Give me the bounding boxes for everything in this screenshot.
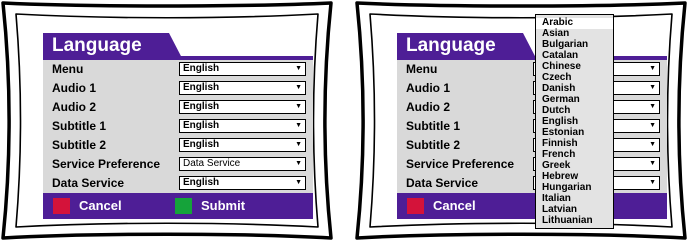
setting-row-data-service: Data Service English ▼ bbox=[43, 174, 313, 193]
row-label: Data Service bbox=[406, 176, 479, 190]
setting-row-menu: Menu ▼ bbox=[397, 60, 667, 79]
row-label: Subtitle 2 bbox=[52, 138, 107, 152]
select-value: English bbox=[183, 101, 220, 112]
row-label: Menu bbox=[52, 62, 84, 76]
row-label: Audio 1 bbox=[406, 81, 450, 95]
language-panel: Language Menu English ▼ Audio 1 English … bbox=[43, 33, 313, 219]
data-service-select[interactable]: English ▼ bbox=[179, 176, 306, 190]
dropdown-arrow-icon: ▼ bbox=[649, 179, 656, 186]
setting-row-menu: Menu English ▼ bbox=[43, 60, 313, 79]
settings-list: Menu ▼ Audio 1 ▼ Audio 2 ▼ Subtitle 1 ▼ … bbox=[397, 60, 667, 193]
setting-row-audio-2: Audio 2 English ▼ bbox=[43, 98, 313, 117]
audio-2-select[interactable]: English ▼ bbox=[179, 100, 306, 114]
setting-row-audio-1: Audio 1 English ▼ bbox=[43, 79, 313, 98]
select-value: English bbox=[183, 63, 220, 74]
setting-row-service-preference: Service Preference ▼ bbox=[397, 155, 667, 174]
row-label: Audio 2 bbox=[406, 100, 450, 114]
row-label: Audio 2 bbox=[52, 100, 96, 114]
row-label: Service Preference bbox=[406, 157, 515, 171]
green-key-icon[interactable] bbox=[175, 198, 192, 214]
dropdown-arrow-icon: ▼ bbox=[649, 84, 656, 91]
cancel-button[interactable]: Cancel bbox=[79, 198, 122, 213]
dropdown-option[interactable]: Lithuanian bbox=[536, 215, 613, 227]
setting-row-audio-1: Audio 1 ▼ bbox=[397, 79, 667, 98]
dropdown-arrow-icon: ▼ bbox=[649, 141, 656, 148]
row-label: Service Preference bbox=[52, 157, 161, 171]
audio-1-select[interactable]: English ▼ bbox=[179, 81, 306, 95]
row-label: Data Service bbox=[52, 176, 125, 190]
action-bar: Cancel bbox=[397, 193, 667, 219]
row-label: Audio 1 bbox=[52, 81, 96, 95]
setting-row-subtitle-1: Subtitle 1 ▼ bbox=[397, 117, 667, 136]
dropdown-option-label: Lithuanian bbox=[542, 215, 593, 226]
subtitle-1-select[interactable]: English ▼ bbox=[179, 119, 306, 133]
select-value: English bbox=[183, 82, 220, 93]
select-value: English bbox=[183, 120, 220, 131]
select-value: Data Service bbox=[183, 158, 241, 169]
submit-button[interactable]: Submit bbox=[201, 198, 245, 213]
service-preference-select[interactable]: Data Service ▼ bbox=[179, 157, 306, 171]
language-panel: Language Menu ▼ Audio 1 ▼ Audio 2 ▼ Subt… bbox=[397, 33, 667, 219]
setting-row-audio-2: Audio 2 ▼ bbox=[397, 98, 667, 117]
dropdown-arrow-icon: ▼ bbox=[295, 160, 302, 167]
select-value: English bbox=[183, 177, 220, 188]
dropdown-arrow-icon: ▼ bbox=[649, 65, 656, 72]
dropdown-arrow-icon: ▼ bbox=[649, 103, 656, 110]
setting-row-subtitle-2: Subtitle 2 ▼ bbox=[397, 136, 667, 155]
select-value: English bbox=[183, 139, 220, 150]
dropdown-arrow-icon: ▼ bbox=[295, 122, 302, 129]
row-label: Menu bbox=[406, 62, 438, 76]
dropdown-arrow-icon: ▼ bbox=[295, 65, 302, 72]
dropdown-arrow-icon: ▼ bbox=[649, 122, 656, 129]
subtitle-2-select[interactable]: English ▼ bbox=[179, 138, 306, 152]
tv-screen-right: Language Menu ▼ Audio 1 ▼ Audio 2 ▼ Subt… bbox=[354, 0, 688, 241]
dropdown-arrow-icon: ▼ bbox=[295, 179, 302, 186]
setting-row-subtitle-2: Subtitle 2 English ▼ bbox=[43, 136, 313, 155]
page-title: Language bbox=[406, 35, 496, 56]
cancel-button[interactable]: Cancel bbox=[433, 198, 476, 213]
language-dropdown-list[interactable]: Arabic Asian Bulgarian Catalan Chinese Czech D… bbox=[535, 14, 614, 229]
setting-row-subtitle-1: Subtitle 1 English ▼ bbox=[43, 117, 313, 136]
row-label: Subtitle 1 bbox=[406, 119, 461, 133]
red-key-icon[interactable] bbox=[407, 198, 424, 214]
row-label: Subtitle 1 bbox=[52, 119, 107, 133]
page-title: Language bbox=[52, 35, 142, 56]
menu-language-select[interactable]: English ▼ bbox=[179, 62, 306, 76]
dropdown-arrow-icon: ▼ bbox=[295, 141, 302, 148]
dropdown-arrow-icon: ▼ bbox=[295, 84, 302, 91]
row-label: Subtitle 2 bbox=[406, 138, 461, 152]
red-key-icon[interactable] bbox=[53, 198, 70, 214]
dropdown-arrow-icon: ▼ bbox=[649, 160, 656, 167]
settings-list: Menu English ▼ Audio 1 English ▼ Audio 2… bbox=[43, 60, 313, 193]
setting-row-service-preference: Service Preference Data Service ▼ bbox=[43, 155, 313, 174]
setting-row-data-service: Data Service ▼ bbox=[397, 174, 667, 193]
action-bar: Cancel Submit bbox=[43, 193, 313, 219]
dropdown-arrow-icon: ▼ bbox=[295, 103, 302, 110]
tv-screen-left: Language Menu English ▼ Audio 1 English … bbox=[0, 0, 334, 241]
